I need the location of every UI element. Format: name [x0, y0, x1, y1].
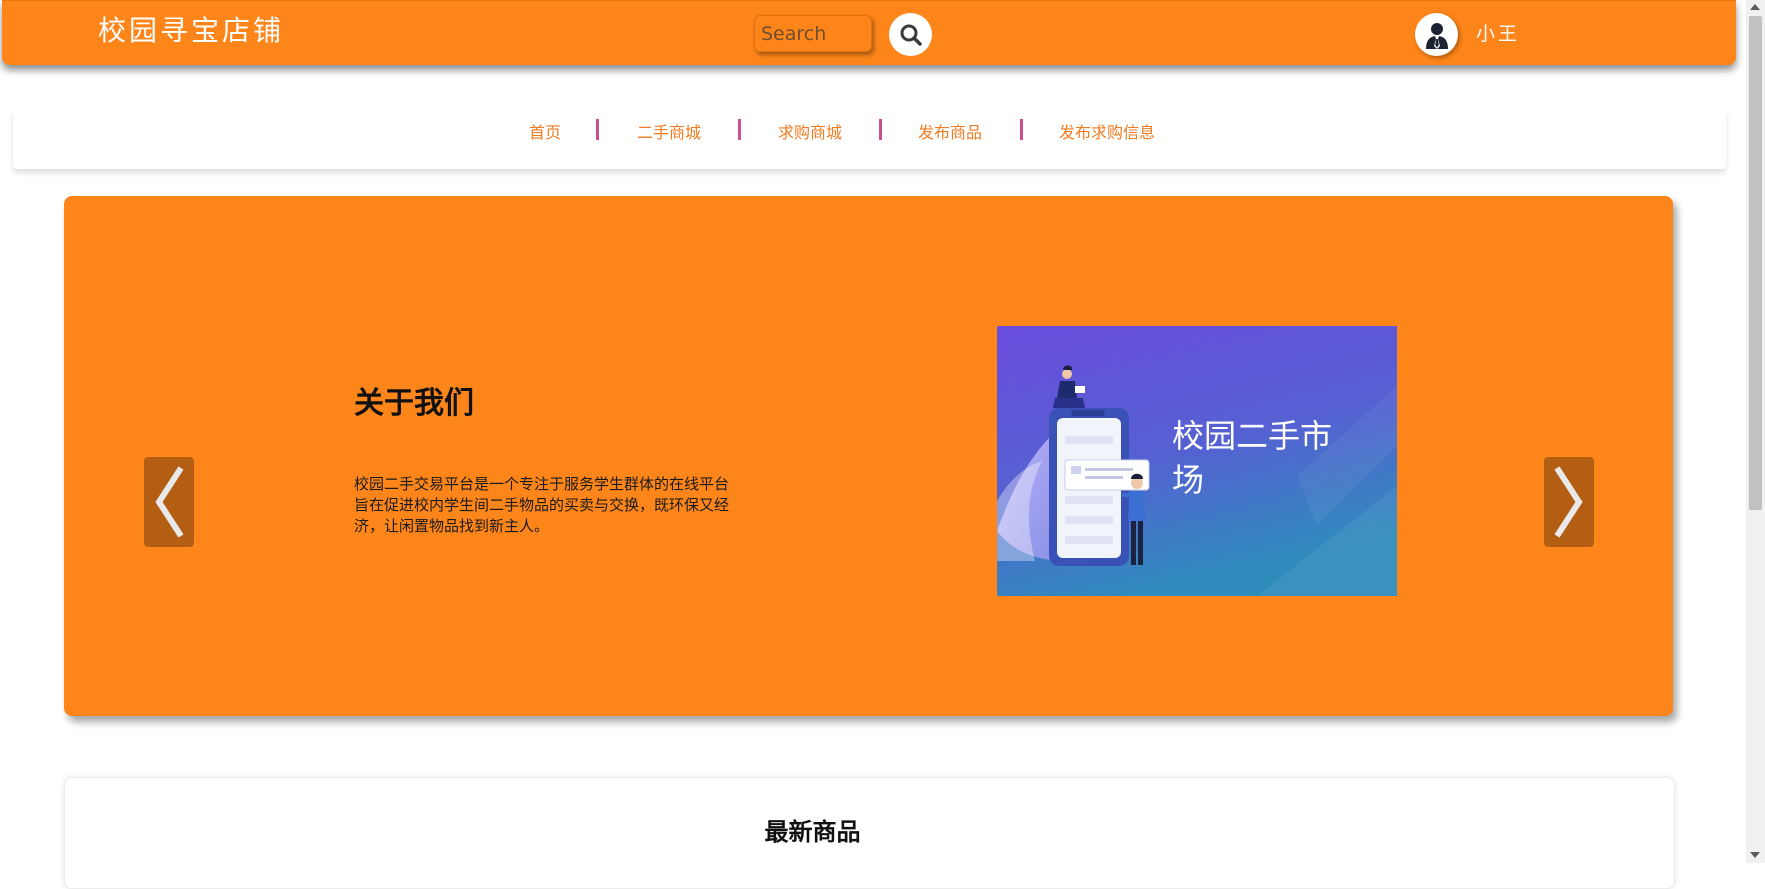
user-avatar[interactable] [1415, 13, 1458, 56]
site-brand[interactable]: 校园寻宝店铺 [98, 9, 284, 49]
nav-separator [596, 119, 599, 140]
banner-caption: 校园二手市场 [1172, 417, 1333, 499]
scroll-down-arrow-icon[interactable] [1750, 852, 1760, 858]
search-icon [900, 24, 922, 46]
search-input[interactable] [754, 15, 872, 52]
nav-item-publish-product[interactable]: 发布商品 [918, 119, 982, 143]
nav-item-publish-wanted[interactable]: 发布求购信息 [1059, 119, 1155, 143]
user-name[interactable]: 小王 [1476, 19, 1520, 46]
carousel-prev-button[interactable] [144, 457, 194, 547]
scroll-up-arrow-icon[interactable] [1750, 4, 1760, 10]
search-button[interactable] [889, 13, 932, 56]
nav-item-secondhand-mall[interactable]: 二手商城 [637, 119, 701, 143]
nav-item-wanted-mall[interactable]: 求购商城 [778, 119, 842, 143]
nav-separator [1020, 119, 1023, 140]
campus-market-banner: 校园二手市场 [997, 326, 1397, 596]
main-nav [13, 109, 1726, 169]
scrollbar-thumb[interactable] [1749, 16, 1762, 510]
page-scrollbar[interactable] [1746, 0, 1765, 863]
carousel-next-button[interactable] [1544, 457, 1594, 547]
nav-separator [879, 119, 882, 140]
chevron-left-icon [155, 466, 184, 538]
hero-carousel [64, 196, 1673, 716]
about-us-description: 校园二手交易平台是一个专注于服务学生群体的在线平台 旨在促进校内学生间二手物品的… [354, 475, 730, 535]
nav-separator [738, 119, 741, 140]
nav-item-home[interactable]: 首页 [529, 119, 561, 143]
chevron-right-icon [1554, 466, 1583, 538]
user-avatar-icon [1425, 22, 1448, 49]
latest-products-title: 最新商品 [764, 818, 861, 846]
about-us-title: 关于我们 [354, 386, 474, 421]
